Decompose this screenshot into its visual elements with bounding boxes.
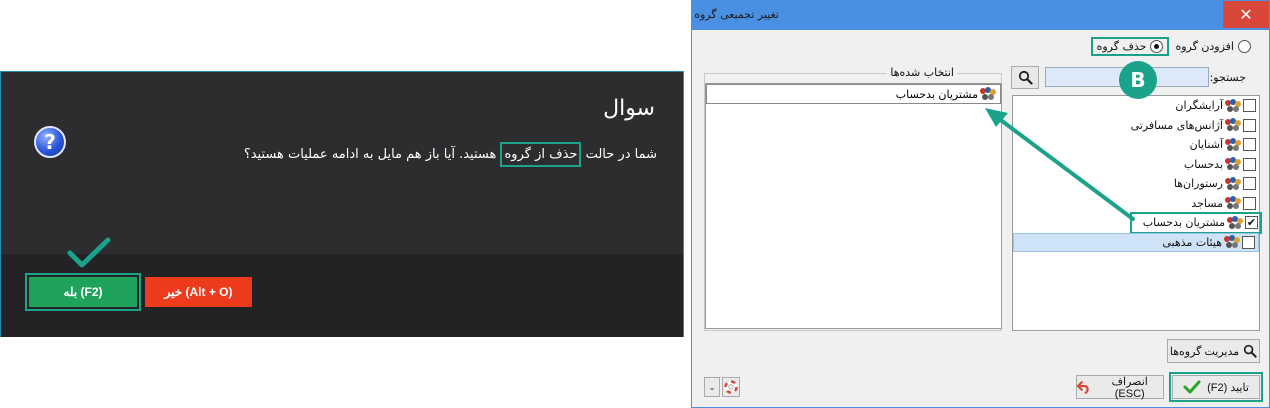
radio-add-group-circle[interactable] [1238, 39, 1251, 53]
question-title: سوال [603, 96, 655, 121]
screenshot-root: سوال ? شما در حالت حذف از گروه هستید. آی… [0, 0, 1270, 408]
list-item-label: مشتریان بدحساب [1142, 216, 1225, 230]
search-icon [1243, 344, 1257, 358]
group-icon [1225, 98, 1241, 113]
radio-remove-group-circle[interactable] [1150, 39, 1164, 53]
undo-icon [1077, 381, 1089, 394]
checkbox[interactable] [1243, 138, 1256, 152]
checkbox[interactable] [1243, 196, 1256, 210]
title-bar: تغییر تجمیعی گروه ✕ [692, 1, 1269, 30]
ok-label: تایید (F2) [1207, 381, 1249, 394]
message-part-after: هستید. آیا باز هم مایل به ادامه عملیات ه… [243, 147, 501, 162]
close-icon: ✕ [1239, 6, 1253, 24]
manage-groups-button[interactable]: مدیریت گروه‌ها [1167, 339, 1260, 363]
group-icon [980, 87, 996, 101]
list-item-highlighted[interactable]: ✔ مشتریان بدحساب [1130, 212, 1262, 234]
group-icon [1227, 215, 1243, 230]
search-icon [1018, 70, 1033, 85]
checkbox[interactable] [1242, 235, 1255, 249]
yes-button[interactable]: (F2) بله [25, 273, 141, 311]
dropdown-button[interactable]: ⌄ [704, 377, 720, 397]
list-item[interactable]: آژانس‌های مسافرتی [1013, 116, 1259, 136]
checkbox[interactable] [1243, 177, 1256, 191]
group-icon [1225, 196, 1241, 210]
group-change-dialog: تغییر تجمیعی گروه ✕ افزودن گروه حذف گروه… [691, 0, 1270, 408]
group-icon [1224, 235, 1240, 249]
group-icon [1225, 137, 1241, 152]
mode-radio-group: افزودن گروه حذف گروه [1090, 35, 1251, 57]
message-part-before: شما در حالت [581, 147, 657, 162]
ok-button[interactable]: تایید (F2) [1169, 372, 1263, 402]
search-button[interactable] [1011, 66, 1039, 89]
cancel-label: انصراف (ESC) [1111, 375, 1148, 400]
checkbox[interactable] [1243, 157, 1256, 171]
list-item[interactable]: بدحساب [1013, 155, 1259, 175]
radio-add-group[interactable]: افزودن گروه [1175, 39, 1251, 53]
selected-legend: انتخاب شده‌ها [887, 66, 957, 79]
question-icon: ? [34, 126, 66, 158]
list-item-label: آشنایان [1189, 138, 1223, 152]
list-item[interactable]: آشنایان [1013, 135, 1259, 155]
question-dialog: سوال ? شما در حالت حذف از گروه هستید. آی… [0, 71, 684, 337]
close-button[interactable]: ✕ [1223, 1, 1269, 28]
question-message: شما در حالت حذف از گروه هستید. آیا باز ه… [187, 142, 657, 167]
selected-list[interactable]: مشتریان بدحساب [705, 83, 1002, 329]
checkmark-annotation-icon [67, 237, 111, 268]
selected-item[interactable]: مشتریان بدحساب [706, 84, 1001, 104]
search-label: جستجو: [1209, 71, 1246, 84]
cancel-button[interactable]: انصراف (ESC) [1076, 375, 1164, 400]
list-item-label: آژانس‌های مسافرتی [1130, 118, 1223, 132]
lifebuoy-icon [724, 380, 738, 394]
list-item[interactable]: رستوران‌ها [1013, 174, 1259, 194]
group-icon [1225, 118, 1241, 132]
list-item-label: بدحساب [1183, 157, 1223, 171]
list-item-label: رستوران‌ها [1173, 177, 1223, 191]
list-item-label: هیئات مذهبی [1162, 235, 1222, 249]
groups-list[interactable]: آرایشگران آژانس‌های مسافرتی آشنایان بدحس… [1012, 95, 1262, 331]
radio-remove-group[interactable]: حذف گروه [1090, 36, 1170, 56]
selected-item-label: مشتریان بدحساب [895, 87, 978, 101]
chevron-down-icon: ⌄ [708, 381, 716, 392]
group-icon [1225, 176, 1241, 191]
help-button[interactable] [722, 377, 740, 397]
manage-groups-label: مدیریت گروه‌ها [1169, 345, 1240, 358]
annotation-marker: B [1119, 61, 1157, 99]
radio-remove-group-label: حذف گروه [1096, 39, 1147, 53]
check-icon [1183, 380, 1201, 394]
checkbox[interactable] [1243, 99, 1256, 113]
group-icon [1225, 157, 1241, 171]
checkbox[interactable] [1243, 118, 1256, 132]
radio-add-group-label: افزودن گروه [1175, 39, 1234, 53]
no-button[interactable]: (Alt + O) خیر [145, 277, 252, 307]
message-highlight: حذف از گروه [500, 142, 582, 167]
list-item-label: مساجد [1191, 196, 1223, 210]
list-item[interactable]: مساجد [1013, 194, 1259, 214]
checkbox-checked[interactable]: ✔ [1245, 216, 1258, 230]
list-item-selected[interactable]: هیئات مذهبی [1013, 232, 1259, 252]
list-item-label: آرایشگران [1175, 99, 1223, 113]
window-title: تغییر تجمیعی گروه [694, 8, 779, 21]
